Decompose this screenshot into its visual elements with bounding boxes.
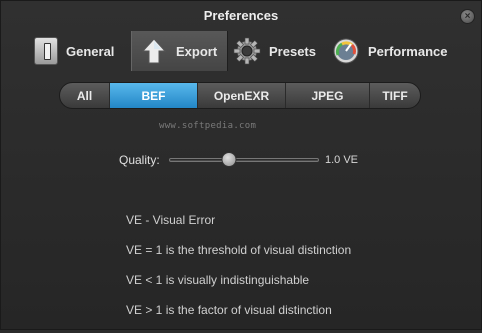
toolbar-general[interactable]: General: [34, 31, 114, 71]
info-text: VE - Visual Error VE = 1 is the threshol…: [126, 213, 351, 333]
info-line-below: VE < 1 is visually indistinguishable: [126, 273, 310, 287]
tab-tiff[interactable]: TIFF: [370, 83, 420, 108]
window-title: Preferences: [203, 8, 279, 23]
export-arrow-icon: [140, 37, 168, 65]
toolbar-performance[interactable]: Performance: [332, 31, 447, 71]
tab-openexr[interactable]: OpenEXR: [198, 83, 286, 108]
format-tabs: All BEF OpenEXR JPEG TIFF: [59, 82, 421, 109]
gauge-icon: [332, 37, 360, 65]
quality-value: 1.0 VE: [325, 154, 359, 166]
info-line-definition: VE - Visual Error: [126, 213, 216, 227]
preferences-window: Preferences × General Export Presets Per…: [0, 0, 482, 330]
tab-jpeg[interactable]: JPEG: [286, 83, 370, 108]
title-bar[interactable]: Preferences ×: [1, 1, 481, 31]
toolbar-presets-label: Presets: [269, 43, 316, 59]
toolbar-export-label: Export: [176, 43, 218, 59]
tab-all[interactable]: All: [60, 83, 110, 108]
quality-slider-thumb[interactable]: [221, 152, 237, 167]
info-line-threshold: VE = 1 is the threshold of visual distin…: [126, 243, 352, 257]
quality-slider[interactable]: [169, 151, 319, 169]
tab-bef[interactable]: BEF: [110, 83, 198, 108]
toolbar-presets[interactable]: Presets: [233, 31, 316, 71]
info-line-above: VE > 1 is the factor of visual distincti…: [126, 303, 332, 317]
preferences-toolbar: General Export Presets Performance: [1, 31, 481, 71]
quality-slider-track[interactable]: [169, 158, 319, 162]
quality-label: Quality:: [119, 153, 160, 167]
quality-row: Quality: 1.0 VE: [119, 151, 358, 169]
toolbar-general-label: General: [66, 43, 115, 59]
toolbar-performance-label: Performance: [368, 43, 448, 59]
close-icon[interactable]: ×: [460, 9, 475, 24]
watermark: www.softpedia.com: [159, 121, 257, 131]
switch-icon: [34, 37, 58, 65]
gear-icon: [233, 37, 261, 65]
toolbar-export[interactable]: Export: [131, 31, 228, 71]
